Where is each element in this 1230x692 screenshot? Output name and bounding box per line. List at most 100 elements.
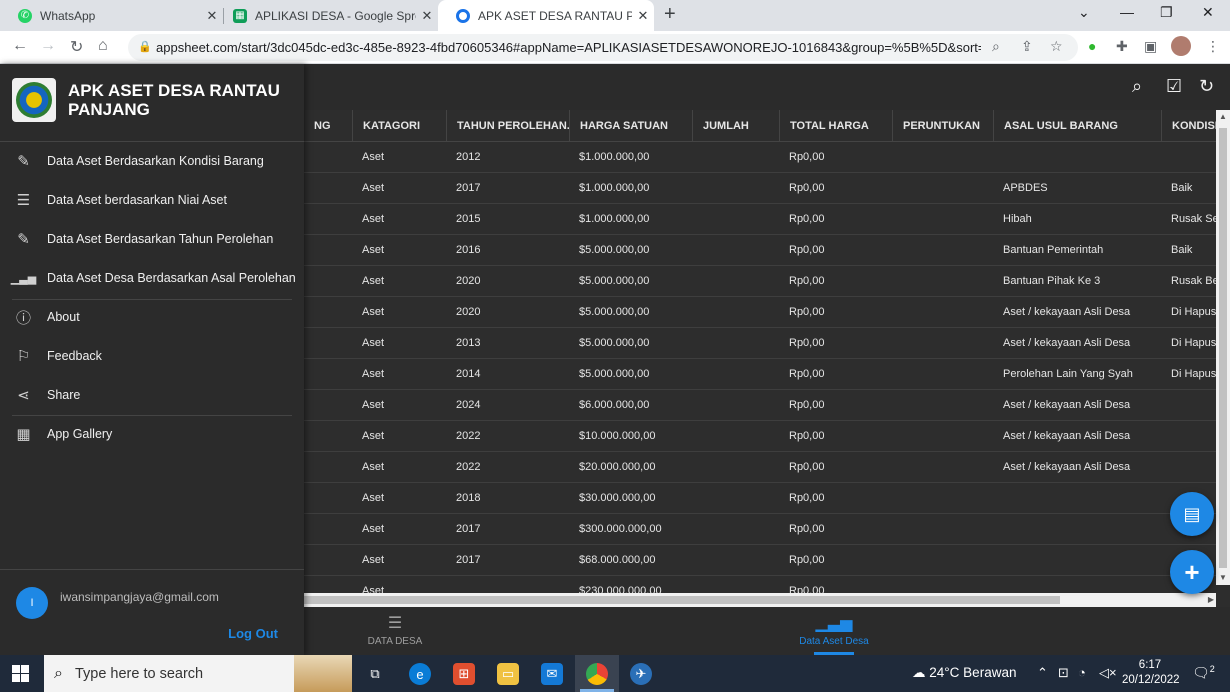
profile-avatar[interactable] [1171, 36, 1191, 56]
sync-icon[interactable]: ↻ [1199, 76, 1214, 97]
scroll-thumb[interactable] [1219, 128, 1227, 568]
forward-button[interactable]: → [40, 37, 56, 55]
table-row[interactable]: Aset 2024 $6.000.000,00 Rp0,00 Aset / kekaya… [304, 390, 1230, 421]
sheets-icon: ▦ [233, 8, 247, 23]
tab-search-icon[interactable]: ⌄ [1078, 4, 1090, 21]
menu-item-feedback[interactable]: ⚐ Feedback [0, 337, 304, 375]
close-window-button[interactable]: ✕ [1202, 4, 1214, 21]
search-icon[interactable]: ⌕ [1132, 76, 1142, 97]
chrome-icon[interactable] [586, 663, 608, 685]
column-header[interactable]: PERUNTUKAN [892, 110, 993, 142]
horizontal-scrollbar[interactable]: ▶ [304, 593, 1216, 607]
column-header[interactable]: TAHUN PEROLEHAN... [446, 110, 569, 142]
microsoft-store-icon[interactable]: ⊞ [453, 663, 475, 685]
menu-item-share[interactable]: ⋖ Share [0, 376, 304, 414]
reload-button[interactable]: ↻ [70, 37, 83, 57]
restore-button[interactable]: ❐ [1160, 4, 1173, 21]
scroll-down-arrow[interactable]: ▼ [1219, 573, 1227, 582]
table-row[interactable]: Aset 2017 $68.000.000,00 Rp0,00 [304, 545, 1230, 576]
menu-item-nilai-aset[interactable]: ☰ Data Aset berdasarkan Niai Aset [0, 181, 304, 219]
column-header[interactable]: JUMLAH [692, 110, 779, 142]
minimize-button[interactable]: — [1120, 4, 1134, 20]
column-header[interactable]: ASAL USUL BARANG [993, 110, 1161, 142]
edge-browser-icon[interactable]: e [409, 663, 431, 685]
table-row[interactable]: Aset 2013 $5.000.000,00 Rp0,00 Aset / kekaya… [304, 328, 1230, 359]
column-header[interactable]: NG [304, 110, 352, 142]
nav-data-desa[interactable]: ☰ DATA DESA [364, 613, 426, 647]
close-icon[interactable]: ✕ [632, 8, 654, 24]
power-icon[interactable]: ⊡ [1058, 665, 1069, 681]
file-explorer-icon[interactable]: ▭ [497, 663, 519, 685]
task-view-icon[interactable]: ⧉ [364, 663, 386, 685]
table-cell: Aset [362, 337, 385, 349]
table-row[interactable]: Aset 2020 $5.000.000,00 Rp0,00 Bantuan Pihak… [304, 266, 1230, 297]
notification-center-icon[interactable]: 🗨2 [1192, 664, 1215, 682]
scroll-right-arrow[interactable]: ▶ [1208, 595, 1214, 604]
mail-icon[interactable]: ✉ [541, 663, 563, 685]
taskbar-clock[interactable]: 6:17 20/12/2022 [1122, 658, 1180, 688]
side-panel-icon[interactable]: ▣ [1144, 38, 1157, 55]
table-row[interactable]: Aset 2017 $1.000.000,00 Rp0,00 APBDES Baik [304, 173, 1230, 204]
table-cell [892, 359, 993, 389]
extensions-puzzle-icon[interactable]: ✚ [1116, 38, 1128, 55]
column-header[interactable]: KATAGORI [352, 110, 446, 142]
table-cell [892, 297, 993, 327]
table-cell: Rp0,00 [789, 182, 825, 194]
back-button[interactable]: ← [12, 37, 28, 55]
table-cell [692, 297, 779, 327]
chevron-up-icon[interactable]: ⌃ [1037, 665, 1048, 681]
whatsapp-icon: ✆ [18, 8, 32, 23]
table-cell: Aset [362, 492, 385, 504]
volume-icon[interactable]: ◁× [1099, 665, 1117, 681]
pdf-report-button[interactable]: ▤ [1170, 492, 1214, 536]
table-row[interactable]: Aset 2017 $300.000.000,00 Rp0,00 [304, 514, 1230, 545]
menu-item-about[interactable]: ⓘ About [0, 298, 304, 336]
home-button[interactable]: ⌂ [98, 37, 108, 55]
zoom-search-icon[interactable]: ⌕ [992, 38, 1000, 55]
logout-button[interactable]: Log Out [228, 626, 278, 641]
windows-start-button[interactable] [12, 665, 29, 682]
table-cell: 2022 [456, 430, 481, 442]
tab-title: APLIKASI DESA - Google Spreads [255, 8, 416, 23]
table-row[interactable]: Aset 2016 $5.000.000,00 Rp0,00 Bantuan Pemer… [304, 235, 1230, 266]
table-row[interactable]: Aset 2020 $5.000.000,00 Rp0,00 Aset / kekaya… [304, 297, 1230, 328]
extension-green-icon[interactable]: ● [1088, 38, 1096, 54]
menu-item-app-gallery[interactable]: ▦ App Gallery [0, 415, 304, 453]
column-header[interactable]: HARGA SATUAN [569, 110, 692, 142]
wifi-icon[interactable]: ◔ [1078, 665, 1086, 680]
table-cell: $30.000.000,00 [579, 492, 656, 504]
share-page-icon[interactable]: ⇪ [1021, 38, 1033, 55]
menu-item-tahun-perolehan[interactable]: ✎ Data Aset Berdasarkan Tahun Perolehan [0, 220, 304, 258]
nav-data-aset-desa[interactable]: ▁▃▅ Data Aset Desa [796, 613, 872, 647]
new-tab-button[interactable]: + [664, 3, 676, 26]
vertical-scrollbar[interactable]: ▲ ▼ [1216, 110, 1230, 585]
app-icon[interactable]: ✈ [630, 663, 652, 685]
table-row[interactable]: Aset 2018 $30.000.000,00 Rp0,00 [304, 483, 1230, 514]
table-cell [892, 390, 993, 420]
table-cell: Aset / kekayaan Asli Desa [1003, 337, 1131, 349]
tab-appsheet[interactable]: APK ASET DESA RANTAU PANJAI ✕ [438, 0, 654, 31]
tab-whatsapp[interactable]: ✆ WhatsApp ✕ [0, 0, 223, 31]
scroll-thumb[interactable] [304, 596, 1060, 604]
menu-item-kondisi-barang[interactable]: ✎ Data Aset Berdasarkan Kondisi Barang [0, 142, 304, 180]
info-icon: ⓘ [15, 309, 31, 327]
scroll-up-arrow[interactable]: ▲ [1219, 112, 1227, 121]
table-row[interactable]: Aset 2015 $1.000.000,00 Rp0,00 Hibah Rusak Se [304, 204, 1230, 235]
weather-widget[interactable]: ☁ 24°C Berawan [912, 665, 1016, 681]
menu-kebab-icon[interactable]: ⋮ [1206, 38, 1220, 55]
add-button[interactable]: + [1170, 550, 1214, 594]
column-header[interactable]: TOTAL HARGA [779, 110, 892, 142]
menu-item-asal-perolehan[interactable]: ▁▃▅ Data Aset Desa Berdasarkan Asal Pero… [0, 259, 304, 297]
taskbar-search-box[interactable]: ⌕ Type here to search [44, 655, 352, 692]
table-header: NG KATAGORI TAHUN PEROLEHAN... HARGA SATUAN… [304, 110, 1230, 142]
close-icon[interactable]: ✕ [416, 8, 438, 24]
table-cell [304, 266, 352, 296]
bookmark-star-icon[interactable]: ☆ [1050, 38, 1063, 55]
table-row[interactable]: Aset 2022 $10.000.000,00 Rp0,00 Aset / kekay… [304, 421, 1230, 452]
table-row[interactable]: Aset 2022 $20.000.000,00 Rp0,00 Aset / kekay… [304, 452, 1230, 483]
checkbox-icon[interactable]: ☑ [1166, 76, 1182, 97]
tab-google-sheets[interactable]: ▦ APLIKASI DESA - Google Spreads ✕ [215, 0, 438, 31]
table-row[interactable]: Aset 2014 $5.000.000,00 Rp0,00 Perolehan Lai… [304, 359, 1230, 390]
table-row[interactable]: Aset 2012 $1.000.000,00 Rp0,00 [304, 142, 1230, 173]
address-bar[interactable]: 🔒 appsheet.com/start/3dc045dc-ed3c-485e-… [128, 34, 1078, 61]
